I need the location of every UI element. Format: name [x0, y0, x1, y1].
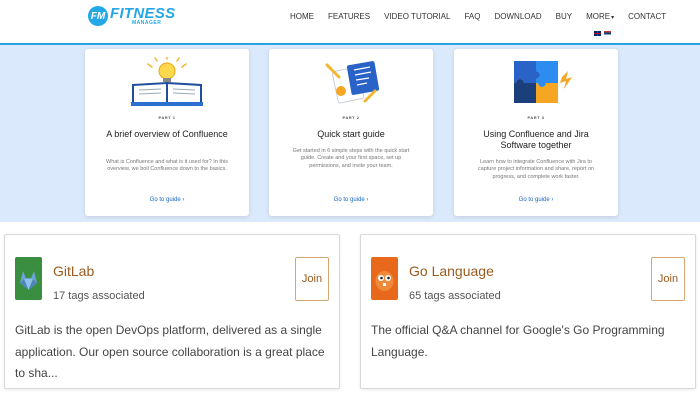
guide-part-label: PART 2 [342, 115, 360, 120]
open-book-lightbulb-icon [131, 57, 203, 106]
nav-buy[interactable]: BUY [556, 12, 572, 21]
guide-description: Learn how to integrate Confluence with J… [477, 159, 595, 180]
go-gopher-icon [371, 257, 398, 300]
guide-title: Quick start guide [317, 129, 385, 139]
nav-more-label: MORE [586, 12, 611, 21]
go-to-guide-link[interactable]: Go to guide › [454, 197, 618, 203]
tag-description: The official Q&A channel for Google's Go… [371, 323, 665, 359]
tag-count: 17 tags associated [53, 290, 145, 302]
join-button[interactable]: Join [295, 257, 329, 301]
guide-title: A brief overview of Confluence [106, 129, 228, 139]
guide-part-label: PART 1 [158, 115, 176, 120]
uk-flag-icon[interactable] [594, 31, 601, 36]
guide-description: What is Confluence and what is it used f… [106, 159, 228, 173]
guide-part-label: PART 3 [527, 115, 545, 120]
nav-contact[interactable]: CONTACT [628, 12, 666, 21]
guide-card-3[interactable]: PART 3 Using Confluence and Jira Softwar… [454, 49, 618, 216]
tag-name[interactable]: Go Language [409, 263, 494, 279]
go-to-guide-link[interactable]: Go to guide › [269, 197, 433, 203]
chevron-down-icon: ▾ [611, 15, 615, 21]
brand-logo[interactable]: FM FITNESS MANAGER [88, 6, 175, 26]
tag-card-gitlab: GitLab 17 tags associated Join GitLab is… [4, 234, 340, 389]
guide-title: Using Confluence and Jira Software toget… [483, 129, 589, 151]
tag-description: GitLab is the open DevOps platform, deli… [15, 323, 325, 381]
main-nav: HOME FEATURES VIDEO TUTORIAL FAQ DOWNLOA… [290, 12, 680, 21]
serbia-flag-icon[interactable] [604, 31, 611, 36]
tag-card-go-language: Go Language 65 tags associated Join The … [360, 234, 696, 389]
logo-subtitle: MANAGER [132, 20, 162, 26]
logo-name: FITNESS [110, 5, 176, 22]
guide-description: Get started in 6 simple steps with the q… [292, 148, 410, 169]
logo-badge: FM [88, 6, 108, 26]
guide-card-1[interactable]: PART 1 A brief overview of Confluence Wh… [85, 49, 249, 216]
nav-download[interactable]: DOWNLOAD [494, 12, 541, 21]
nav-features[interactable]: FEATURES [328, 12, 370, 21]
puzzle-pieces-icon [514, 61, 572, 103]
go-to-guide-link[interactable]: Go to guide › [85, 197, 249, 203]
tag-count: 65 tags associated [409, 290, 501, 302]
nav-more[interactable]: MORE▾ [586, 12, 614, 21]
documents-pencil-icon [325, 61, 380, 104]
nav-video-tutorial[interactable]: VIDEO TUTORIAL [384, 12, 450, 21]
join-button[interactable]: Join [651, 257, 685, 301]
guide-card-2[interactable]: PART 2 Quick start guide Get started in … [269, 49, 433, 216]
nav-home[interactable]: HOME [290, 12, 314, 21]
nav-faq[interactable]: FAQ [464, 12, 480, 21]
language-switcher [594, 31, 614, 36]
gitlab-fox-icon [15, 257, 42, 300]
top-navbar: FM FITNESS MANAGER HOME FEATURES VIDEO T… [0, 0, 700, 45]
tag-name[interactable]: GitLab [53, 263, 94, 279]
